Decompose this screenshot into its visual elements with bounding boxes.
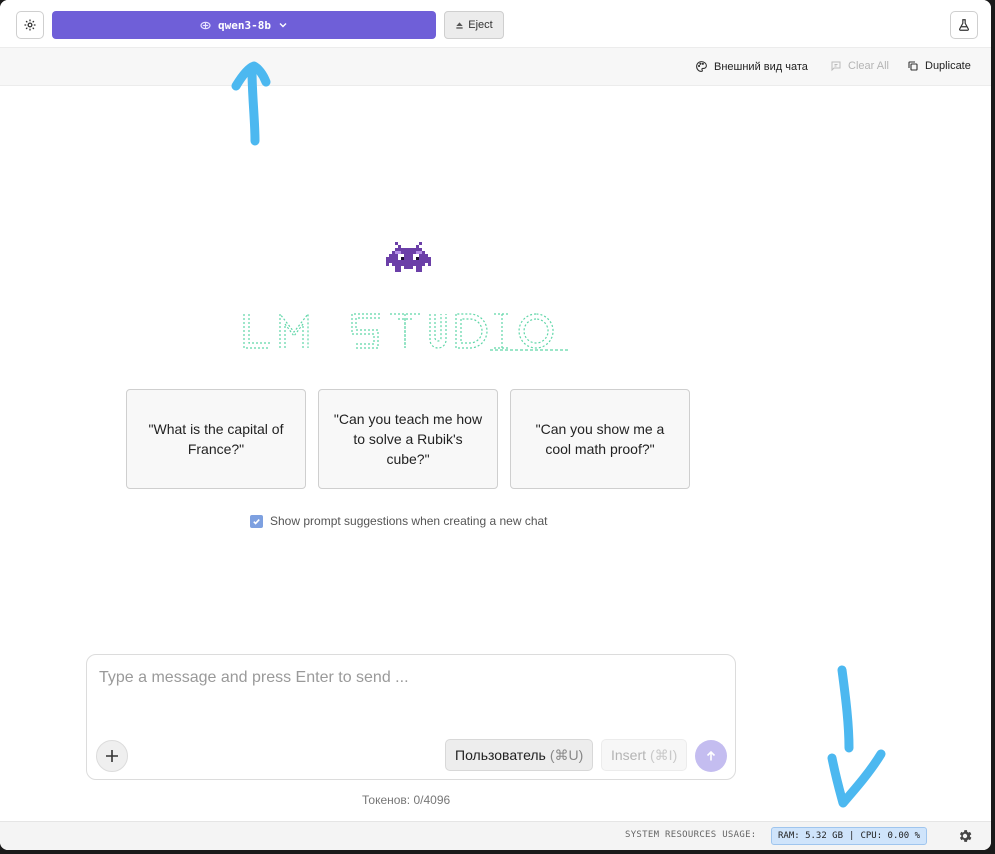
model-name: qwen3-8b	[218, 18, 271, 32]
role-label: Пользователь	[455, 747, 546, 763]
role-selector-button[interactable]: Пользователь (⌘U)	[445, 739, 594, 771]
chat-appearance-button[interactable]: Внешний вид чата	[695, 60, 808, 73]
cpu-usage: CPU: 0.00 %	[860, 831, 921, 841]
chat-action-bar: Внешний вид чата Clear All Duplicate	[0, 48, 991, 86]
insert-button[interactable]: Insert (⌘I)	[601, 739, 688, 771]
message-composer: Пользователь (⌘U) Insert (⌘I)	[86, 654, 736, 780]
token-counter: Токенов: 0/4096	[362, 793, 451, 807]
eject-icon	[456, 21, 463, 29]
system-resources-label: SYSTEM RESOURCES USAGE:	[625, 830, 757, 840]
chat-appearance-label: Внешний вид чата	[714, 60, 808, 73]
ram-usage: RAM: 5.32 GB	[778, 831, 844, 841]
experiments-button[interactable]	[950, 11, 978, 39]
eject-button[interactable]: Eject	[444, 11, 504, 39]
gear-icon[interactable]	[957, 828, 973, 844]
arrow-up-icon	[706, 750, 716, 761]
space-invader-mascot-icon	[386, 242, 431, 272]
flask-icon	[959, 19, 969, 31]
annotation-arrow-down	[827, 665, 886, 808]
model-icon	[200, 21, 211, 29]
chevron-down-icon	[279, 23, 287, 28]
clear-all-label: Clear All	[848, 60, 889, 72]
suggestion-text: "Can you teach me how to solve a Rubik's…	[333, 411, 483, 467]
gear-icon	[24, 19, 36, 31]
model-selector-button[interactable]: qwen3-8b	[52, 11, 436, 39]
app-logo	[243, 312, 568, 351]
top-bar: qwen3-8b Eject	[0, 0, 991, 48]
resource-usage-chip[interactable]: RAM: 5.32 GB | CPU: 0.00 %	[771, 827, 928, 845]
resource-separator: |	[849, 831, 855, 841]
suggestion-text: "What is the capital of France?"	[148, 421, 284, 457]
add-attachment-button[interactable]	[96, 740, 128, 772]
app-window: qwen3-8b Eject Внешний вид чата Clear Al…	[0, 0, 991, 850]
clear-all-button[interactable]: Clear All	[830, 60, 889, 72]
check-icon	[253, 518, 260, 525]
suggestion-card-capital[interactable]: "What is the capital of France?"	[126, 389, 306, 489]
suggestion-card-rubiks[interactable]: "Can you teach me how to solve a Rubik's…	[318, 389, 498, 489]
duplicate-icon	[908, 61, 918, 71]
suggestion-card-math-proof[interactable]: "Can you show me a cool math proof?"	[510, 389, 690, 489]
status-bar: SYSTEM RESOURCES USAGE: RAM: 5.32 GB | C…	[0, 821, 991, 850]
settings-button[interactable]	[16, 11, 44, 39]
show-suggestions-label: Show prompt suggestions when creating a …	[270, 514, 548, 528]
show-suggestions-checkbox[interactable]	[250, 514, 263, 528]
insert-shortcut: (⌘I)	[650, 746, 678, 763]
send-button[interactable]	[695, 740, 727, 772]
insert-label: Insert	[611, 747, 647, 763]
duplicate-label: Duplicate	[925, 60, 971, 72]
eject-label: Eject	[468, 19, 493, 31]
suggestion-text: "Can you show me a cool math proof?"	[535, 421, 665, 457]
plus-icon	[106, 750, 118, 762]
palette-icon	[696, 61, 707, 72]
role-shortcut: (⌘U)	[549, 746, 584, 763]
duplicate-button[interactable]: Duplicate	[907, 60, 971, 72]
message-input[interactable]	[99, 669, 719, 687]
clear-chat-icon	[831, 61, 841, 72]
show-suggestions-toggle[interactable]: Show prompt suggestions when creating a …	[250, 514, 548, 528]
